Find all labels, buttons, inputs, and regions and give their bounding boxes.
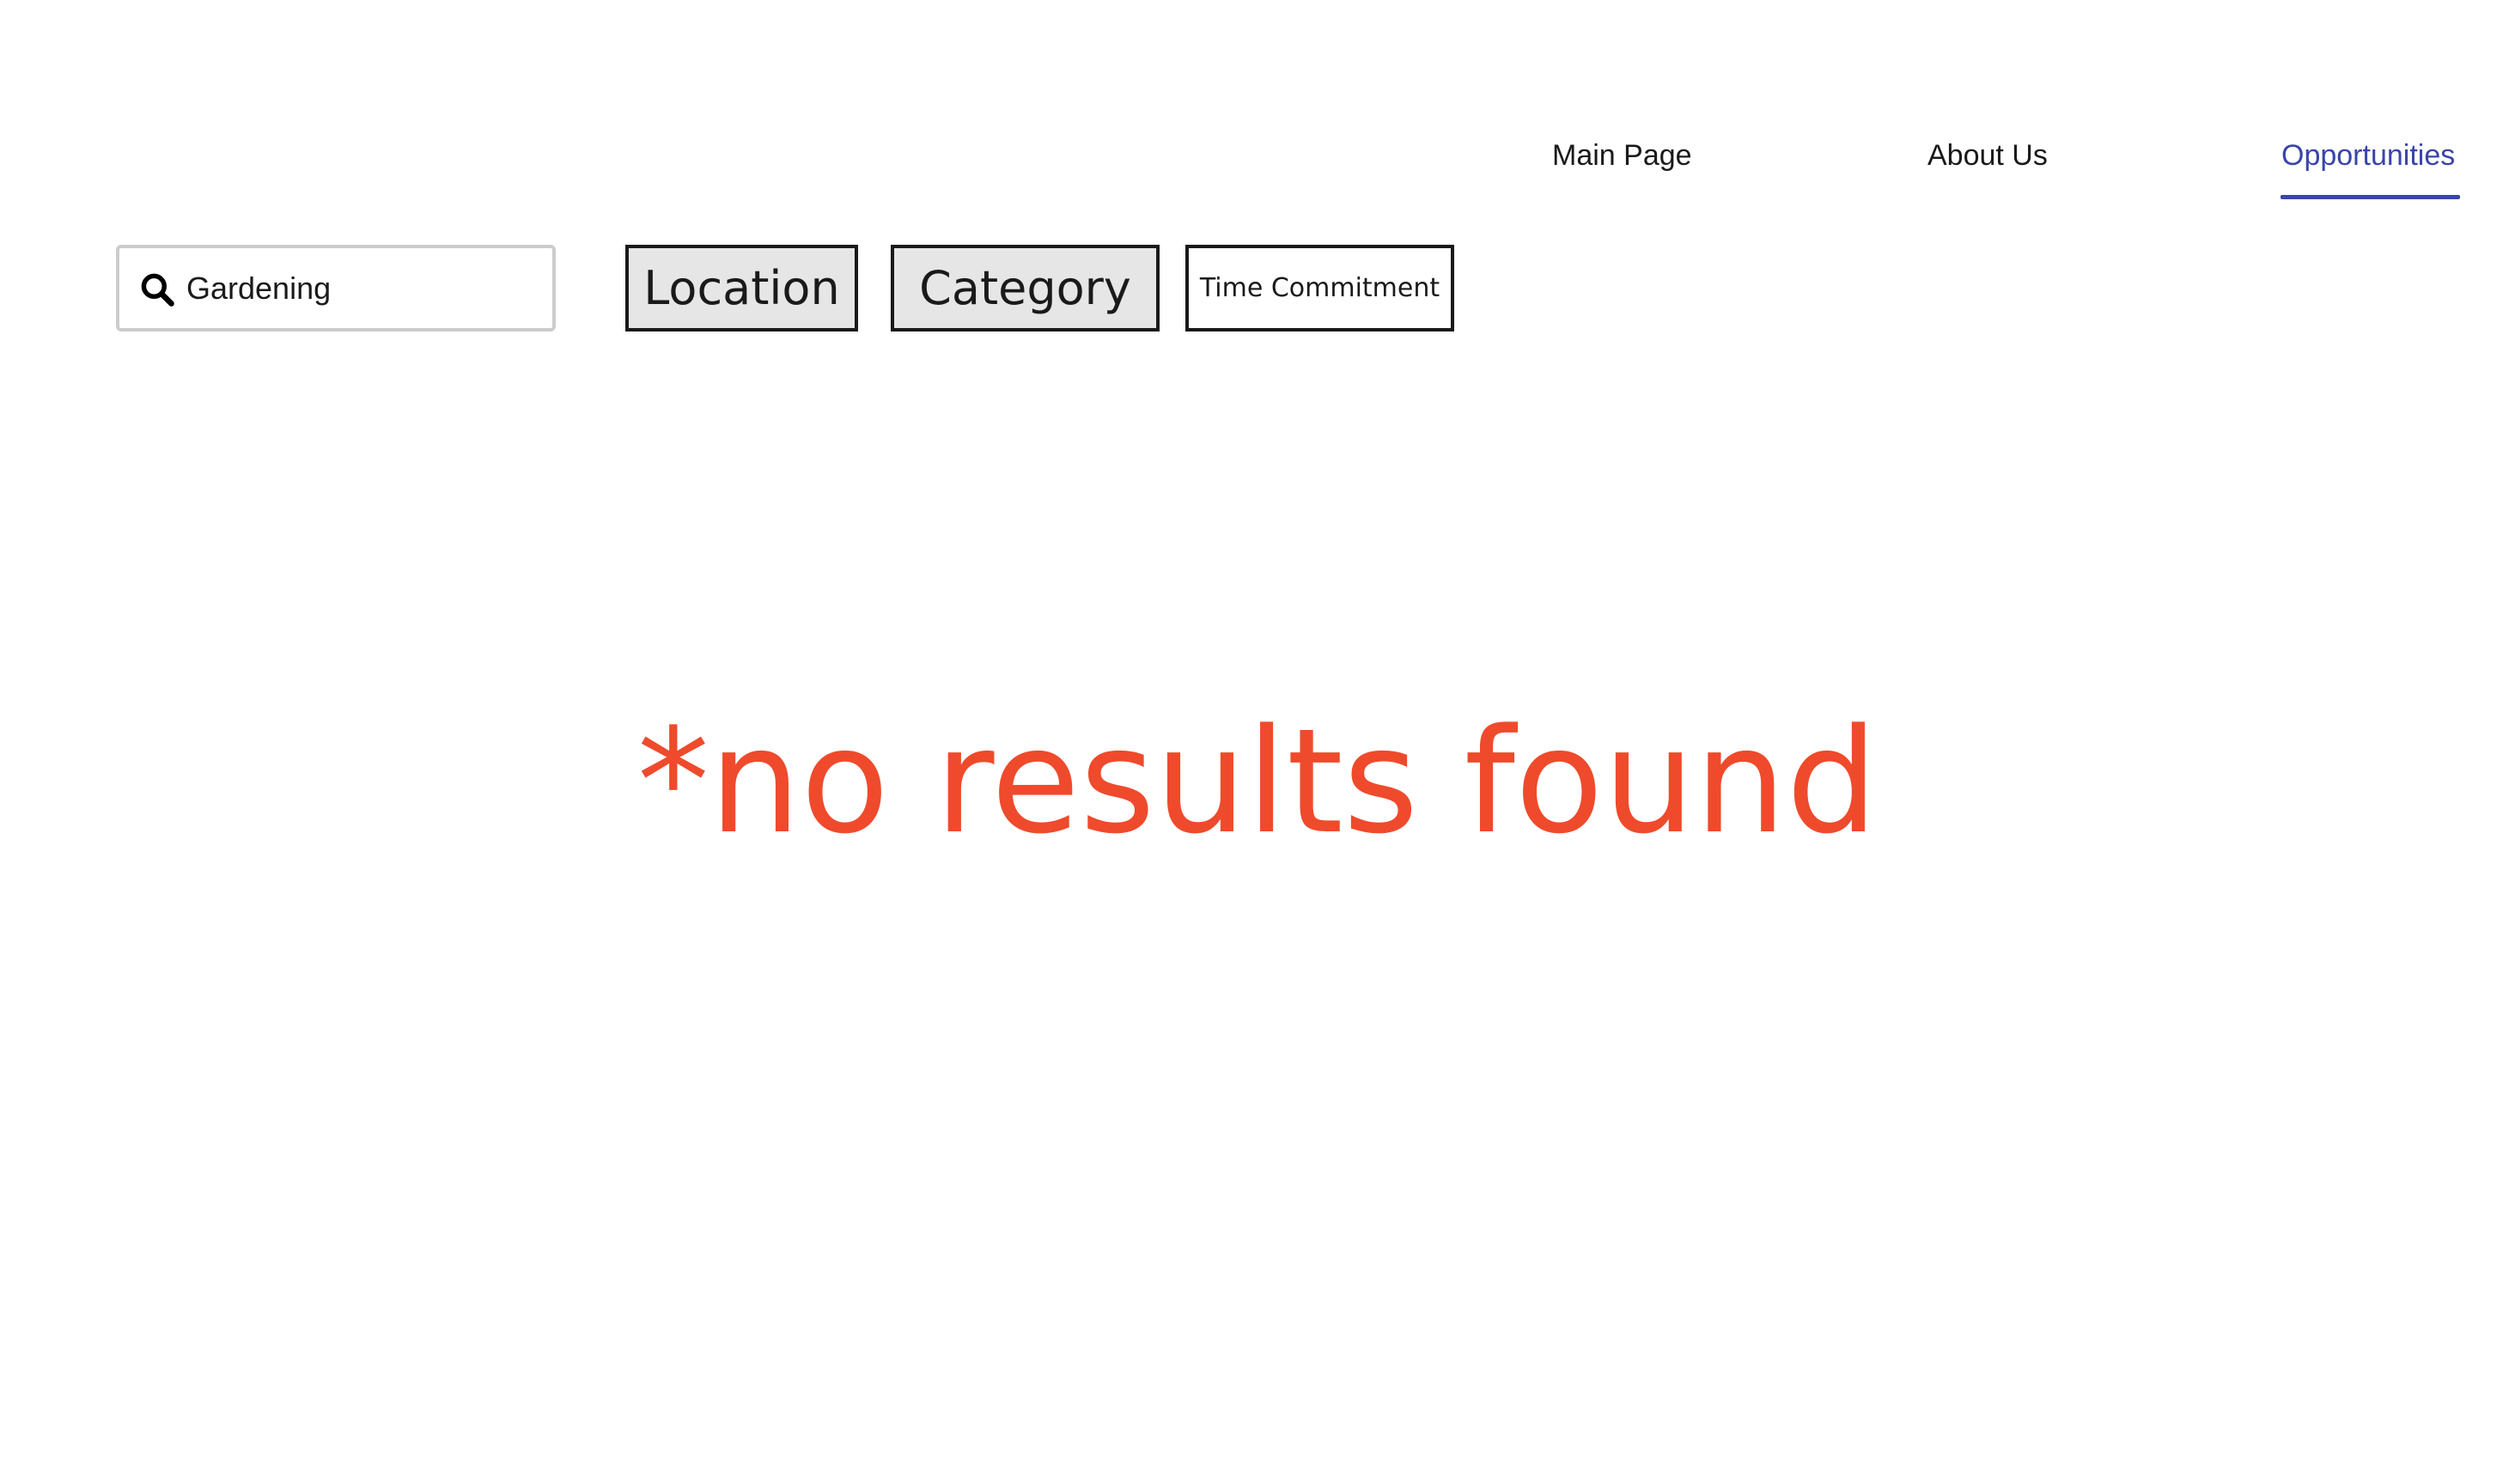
time-commitment-filter-button[interactable]: Time Commitment — [1185, 245, 1454, 331]
category-filter-button[interactable]: Category — [891, 245, 1160, 331]
search-box[interactable] — [116, 245, 556, 331]
nav-main-page[interactable]: Main Page — [1552, 133, 1692, 178]
search-icon — [141, 273, 174, 307]
active-nav-indicator — [2281, 195, 2460, 199]
main-nav: Main Page About Us Opportunities — [0, 133, 2515, 202]
search-input[interactable] — [186, 267, 530, 310]
location-filter-button[interactable]: Location — [625, 245, 858, 331]
no-results-message: *no results found — [636, 697, 1879, 866]
nav-about-us[interactable]: About Us — [1927, 133, 2048, 178]
nav-opportunities[interactable]: Opportunities — [2281, 133, 2455, 178]
